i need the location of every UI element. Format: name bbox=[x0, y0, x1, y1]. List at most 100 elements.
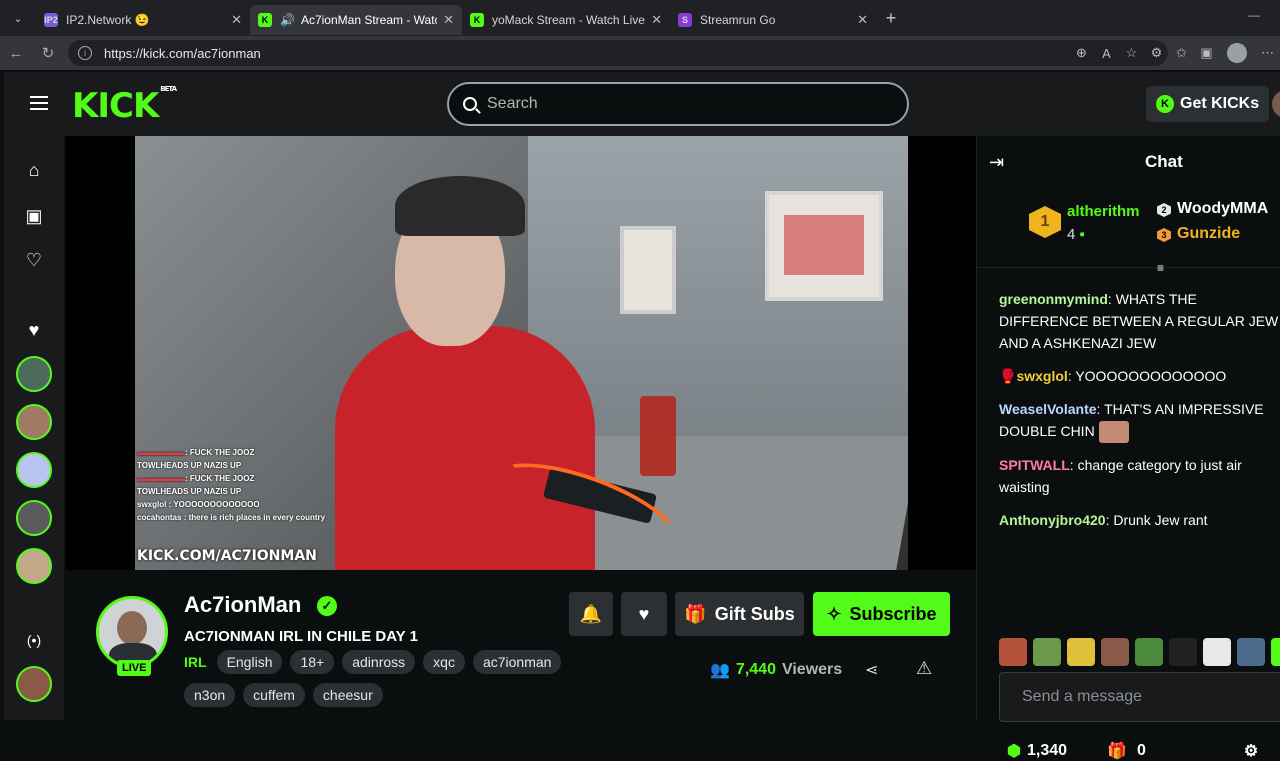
video-scene bbox=[640, 396, 676, 476]
pinned-toggle-icon[interactable]: ≡ bbox=[1157, 261, 1164, 275]
share-icon[interactable]: ⋖ bbox=[865, 660, 878, 680]
extensions-icon[interactable]: ⚙ bbox=[1144, 45, 1169, 61]
search-icon bbox=[463, 97, 477, 111]
favorite-star-icon[interactable]: ☆ bbox=[1119, 45, 1144, 61]
back-icon[interactable]: ← bbox=[0, 45, 32, 62]
chat-settings-gear-icon[interactable]: ⚙ bbox=[1244, 741, 1258, 761]
tag-chip[interactable]: 18+ bbox=[290, 650, 335, 674]
followed-channel-avatar[interactable] bbox=[16, 452, 52, 488]
browse-icon[interactable]: ▣ bbox=[24, 206, 44, 226]
refresh-icon[interactable]: ↻ bbox=[32, 44, 64, 62]
chat-message: WeaselVolante: THAT'S AN IMPRESSIVE DOUB… bbox=[999, 398, 1280, 444]
tab-list-button[interactable]: ⌄ bbox=[0, 0, 36, 36]
tag-chip[interactable]: English bbox=[216, 650, 283, 674]
followed-channels-heart-icon: ♥ bbox=[28, 320, 40, 340]
tag-chip[interactable]: adinross bbox=[342, 650, 416, 674]
address-toolbar: ← ↻ i https://kick.com/ac7ionman ⊕ A ☆ ⚙… bbox=[0, 36, 1280, 70]
search-bar[interactable] bbox=[447, 82, 909, 126]
tag-chip[interactable]: cheesur bbox=[312, 683, 383, 707]
rank-1-badge: 1 bbox=[1029, 206, 1061, 238]
chat-title: Chat bbox=[1145, 152, 1183, 171]
live-badge: LIVE bbox=[117, 660, 152, 676]
get-kicks-button[interactable]: K Get KICKs bbox=[1146, 86, 1270, 122]
url-bar[interactable]: i https://kick.com/ac7ionman bbox=[68, 40, 1168, 66]
video-player[interactable]: ▬▬▬▬▬▬: FUCK THE JOOZ TOWLHEADS UP NAZIS… bbox=[66, 136, 976, 570]
emote-icon[interactable] bbox=[1101, 638, 1129, 666]
chat-message: SPITWALL: change category to just air wa… bbox=[999, 457, 1242, 496]
recommended-channel-avatar[interactable] bbox=[16, 666, 52, 702]
tab-ip2[interactable]: IP2 IP2.Network 😉 ✕ bbox=[36, 5, 250, 35]
kicks-coin-icon: K bbox=[1156, 95, 1174, 113]
stream-info: LIVE Ac7ionMan ✓ AC7IONMAN IRL IN CHILE … bbox=[66, 570, 976, 720]
gift-box-icon[interactable]: 🎁 bbox=[1107, 741, 1127, 761]
close-tab-icon[interactable]: ✕ bbox=[857, 12, 868, 28]
followed-channel-avatar[interactable] bbox=[16, 356, 52, 392]
browser-tab-strip: ⌄ IP2 IP2.Network 😉 ✕ K 🔊 Ac7ionMan Stre… bbox=[0, 0, 1280, 36]
home-icon[interactable]: ⌂ bbox=[24, 160, 44, 180]
chat-input-box[interactable] bbox=[999, 672, 1280, 722]
tab-ac7ionman[interactable]: K 🔊 Ac7ionMan Stream - Watch Live ✕ bbox=[250, 5, 462, 35]
hamburger-menu-icon[interactable] bbox=[30, 96, 48, 110]
notifications-bell-button[interactable]: 🔔 bbox=[569, 592, 613, 636]
followed-channel-avatar[interactable] bbox=[16, 404, 52, 440]
followed-channel-avatar[interactable] bbox=[16, 500, 52, 536]
emote-icon[interactable] bbox=[1271, 638, 1280, 666]
tag-chip[interactable]: cuffem bbox=[243, 683, 305, 707]
emote-icon[interactable] bbox=[1203, 638, 1231, 666]
pepe-emote-icon[interactable] bbox=[1135, 638, 1163, 666]
viewer-count: 👥 7,440 Viewers bbox=[710, 661, 843, 679]
heart-icon: ♥ bbox=[638, 603, 650, 624]
leaderboard-user[interactable]: altherithm bbox=[1067, 203, 1140, 220]
channel-name[interactable]: Ac7ionMan bbox=[184, 592, 301, 618]
pepe-emote-icon[interactable] bbox=[1033, 638, 1061, 666]
category-link[interactable]: IRL bbox=[184, 654, 207, 670]
following-heart-icon[interactable]: ♡ bbox=[24, 250, 44, 270]
kick-page: KICKBETA K Get KICKs ⌂ ▣ ♡ ♥ (•) bbox=[4, 72, 1280, 760]
tab-yomack[interactable]: K yoMack Stream - Watch Live on Kick ✕ bbox=[462, 5, 670, 35]
collections-icon[interactable]: ▣ bbox=[1194, 45, 1219, 61]
speaker-icon[interactable]: 🔊 bbox=[280, 13, 295, 27]
video-scene bbox=[765, 191, 883, 301]
follow-heart-button[interactable]: ♥ bbox=[621, 592, 667, 636]
site-info-icon[interactable]: i bbox=[78, 46, 92, 60]
channel-avatar[interactable] bbox=[96, 596, 168, 668]
gift-count: 4 ▪ bbox=[1067, 226, 1085, 243]
leaderboard-user[interactable]: Gunzide bbox=[1177, 225, 1240, 243]
emote-icon[interactable] bbox=[999, 638, 1027, 666]
report-warning-icon[interactable]: ⚠ bbox=[916, 658, 932, 679]
chat-messages: greenonmymind: WHATS THE DIFFERENCE BETW… bbox=[999, 288, 1280, 542]
user-avatar[interactable] bbox=[1272, 90, 1280, 118]
donate-emote-icon[interactable] bbox=[1169, 638, 1197, 666]
gift-leaderboard: 1 altherithm 4 ▪ 2 WoodyMMA 3 Gunzide bbox=[977, 186, 1280, 268]
read-aloud-icon[interactable]: A bbox=[1094, 46, 1119, 61]
gift-subs-button[interactable]: 🎁 Gift Subs bbox=[675, 592, 804, 636]
collapse-chat-icon[interactable]: ⇥ bbox=[989, 152, 1004, 173]
close-tab-icon[interactable]: ✕ bbox=[443, 12, 454, 28]
video-scene bbox=[620, 226, 676, 314]
close-tab-icon[interactable]: ✕ bbox=[231, 12, 242, 28]
leaderboard-user[interactable]: WoodyMMA bbox=[1177, 200, 1268, 218]
followed-channel-avatar[interactable] bbox=[16, 548, 52, 584]
emote-icon[interactable] bbox=[1237, 638, 1265, 666]
zoom-icon[interactable]: ⊕ bbox=[1069, 45, 1094, 61]
kick-logo[interactable]: KICK BETA bbox=[72, 85, 177, 126]
subscribe-button[interactable]: ✧ Subscribe bbox=[813, 592, 950, 636]
new-tab-button[interactable]: + bbox=[876, 8, 906, 29]
chat-panel: ⇥ Chat 1 altherithm 4 ▪ 2 WoodyMMA 3 Gun… bbox=[976, 136, 1280, 760]
tag-chip[interactable]: n3on bbox=[184, 683, 236, 707]
chat-message-input[interactable] bbox=[1022, 673, 1262, 721]
favorites-icon[interactable]: ✩ bbox=[1169, 45, 1194, 61]
minimize-icon[interactable]: — bbox=[1248, 8, 1260, 22]
close-tab-icon[interactable]: ✕ bbox=[651, 12, 662, 28]
stream-video-frame[interactable]: ▬▬▬▬▬▬: FUCK THE JOOZ TOWLHEADS UP NAZIS… bbox=[135, 136, 908, 570]
bell-icon: 🔔 bbox=[579, 603, 603, 624]
streamrun-favicon-icon: S bbox=[678, 13, 692, 27]
menu-icon[interactable]: ⋯ bbox=[1255, 45, 1280, 61]
chat-footer: ⬢ 1,340 🎁 0 ⚙ bbox=[1007, 741, 1259, 761]
tag-chip[interactable]: ac7ionman bbox=[472, 650, 562, 674]
profile-avatar[interactable] bbox=[1227, 43, 1247, 63]
tag-chip[interactable]: xqc bbox=[423, 650, 465, 674]
search-input[interactable] bbox=[487, 95, 867, 113]
tab-streamrun[interactable]: S Streamrun Go ✕ bbox=[670, 5, 876, 35]
emote-icon[interactable] bbox=[1067, 638, 1095, 666]
